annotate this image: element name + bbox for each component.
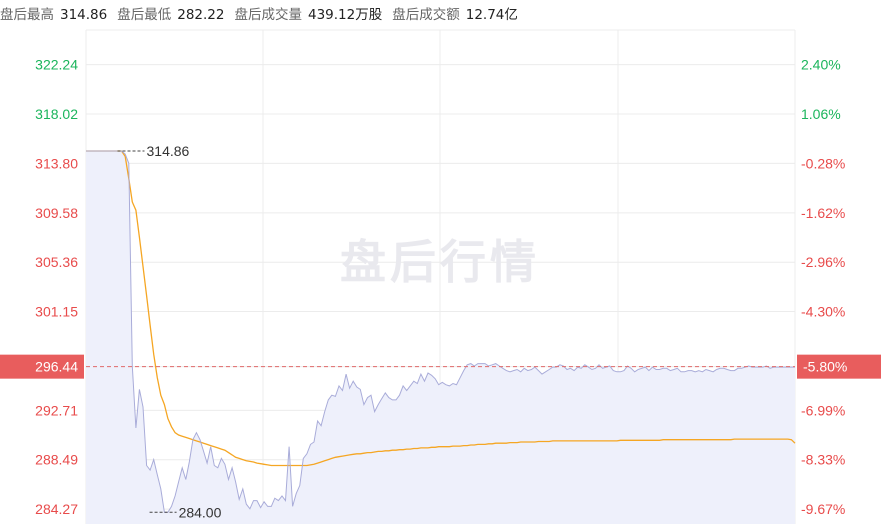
after-hours-chart[interactable]: 盘后行情 322.24 318.02 313.80 309.58 305.36 301.1… [0,0,884,524]
percent-tick: -8.33% [801,452,845,468]
price-tick: 322.24 [35,57,78,73]
price-tick: 288.49 [35,452,78,468]
annotation-label: 314.86 [147,143,190,159]
annotation-label: 284.00 [179,504,222,520]
price-tick: 284.27 [35,501,78,517]
current-price-label: 296.44 [35,359,78,375]
price-tick: 318.02 [35,106,78,122]
percent-tick: -2.96% [801,254,845,270]
price-tick: 313.80 [35,155,78,171]
price-tick: 301.15 [35,304,78,320]
percent-tick: -0.28% [801,155,845,171]
price-tick: 305.36 [35,254,78,270]
watermark: 盘后行情 [340,235,540,289]
percent-tick: -9.67% [801,501,845,517]
percent-tick: -1.62% [801,205,845,221]
percent-tick: 2.40% [801,57,841,73]
percent-axis: 2.40% 1.06% -0.28% -1.62% -2.96% -4.30% -6.99%… [801,57,845,518]
price-tick: 309.58 [35,205,78,221]
price-tick: 292.71 [35,402,78,418]
percent-tick: -4.30% [801,304,845,320]
price-axis: 322.24 318.02 313.80 309.58 305.36 301.15 292.… [35,57,78,518]
current-percent-label: -5.80% [803,359,847,375]
percent-tick: 1.06% [801,106,841,122]
percent-tick: -6.99% [801,402,845,418]
